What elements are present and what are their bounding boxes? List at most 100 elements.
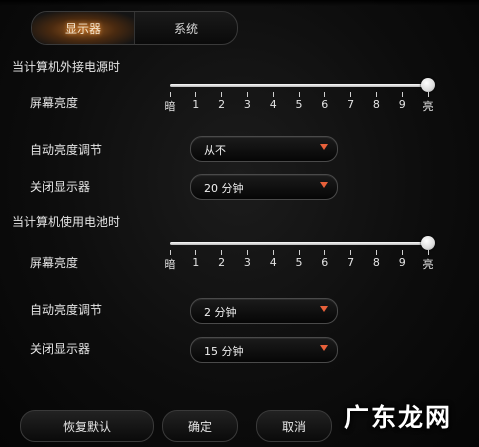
turn-off-display-label-ac: 关闭显示器 xyxy=(30,180,91,194)
slider-tick-text: 4 xyxy=(269,98,277,111)
slider-tick-mark xyxy=(324,92,326,97)
auto-brightness-select-battery[interactable]: 2 分钟 xyxy=(190,298,338,324)
slider-tick-mark xyxy=(401,250,403,255)
triangle-down-icon xyxy=(320,182,328,188)
slider-tick-text: 8 xyxy=(372,256,380,269)
slider-tick-label: 4 xyxy=(263,250,283,269)
slider-tick-label: 9 xyxy=(392,92,412,111)
slider-tick-mark xyxy=(375,250,377,255)
slider-tick-label: 5 xyxy=(289,92,309,111)
slider-tick-mark xyxy=(221,92,223,97)
slider-tick-mark xyxy=(246,92,248,97)
slider-tick-label: 7 xyxy=(341,250,361,269)
slider-tick-text: 7 xyxy=(347,256,355,269)
auto-brightness-label-ac: 自动亮度调节 xyxy=(30,143,103,157)
slider-tick-text: 3 xyxy=(243,98,251,111)
slider-tick-mark xyxy=(246,250,248,255)
slider-tick-mark xyxy=(375,92,377,97)
slider-tick-mark xyxy=(324,250,326,255)
slider-tick-text: 6 xyxy=(321,98,329,111)
brightness-label-ac: 屏幕亮度 xyxy=(30,96,79,110)
slider-tick-text: 2 xyxy=(218,256,226,269)
slider-tick-text: 5 xyxy=(295,256,303,269)
slider-tick-text: 9 xyxy=(398,256,406,269)
slider-tick-text: 1 xyxy=(192,98,200,111)
slider-tick-mark xyxy=(272,92,274,97)
slider-tick-mark xyxy=(298,250,300,255)
slider-tick-label: 3 xyxy=(237,250,257,269)
slider-tick-label: 4 xyxy=(263,92,283,111)
slider-tick-text: 9 xyxy=(398,98,406,111)
slider-tick-text: 暗 xyxy=(164,100,176,113)
slider-tick-mark xyxy=(401,92,403,97)
brightness-slider-ac[interactable]: 暗 1 2 3 4 5 6 7 8 9 亮 xyxy=(165,77,435,117)
slider-tick-label: 9 xyxy=(392,250,412,269)
section-title-battery: 当计算机使用电池时 xyxy=(12,215,121,229)
brightness-label-battery: 屏幕亮度 xyxy=(30,256,79,270)
turn-off-display-select-battery[interactable]: 15 分钟 xyxy=(190,337,338,363)
slider-tick-text: 7 xyxy=(347,98,355,111)
tab-bar: 显示器 系统 xyxy=(31,11,238,45)
slider-tick-label: 8 xyxy=(366,250,386,269)
slider-track xyxy=(170,84,428,87)
slider-tick-text: 5 xyxy=(295,98,303,111)
slider-tick-label: 暗 xyxy=(160,250,180,272)
restore-defaults-button[interactable]: 恢复默认 xyxy=(20,410,154,442)
select-value: 从不 xyxy=(204,144,226,157)
slider-tick-text: 2 xyxy=(218,98,226,111)
slider-tick-label: 2 xyxy=(212,250,232,269)
slider-tick-label: 亮 xyxy=(418,92,438,114)
triangle-down-icon xyxy=(320,345,328,351)
slider-tick-mark xyxy=(427,92,429,97)
slider-track xyxy=(170,242,428,245)
auto-brightness-select-ac[interactable]: 从不 xyxy=(190,136,338,162)
slider-tick-text: 亮 xyxy=(422,258,434,271)
slider-tick-label: 2 xyxy=(212,92,232,111)
turn-off-display-select-ac[interactable]: 20 分钟 xyxy=(190,174,338,200)
slider-tick-label: 3 xyxy=(237,92,257,111)
tab-display[interactable]: 显示器 xyxy=(32,12,135,44)
slider-tick-mark xyxy=(350,250,352,255)
slider-tick-text: 1 xyxy=(192,256,200,269)
slider-tick-label: 暗 xyxy=(160,92,180,114)
slider-tick-mark xyxy=(350,92,352,97)
slider-tick-label: 1 xyxy=(186,250,206,269)
select-value: 15 分钟 xyxy=(204,345,244,358)
triangle-down-icon xyxy=(320,306,328,312)
slider-tick-text: 亮 xyxy=(422,100,434,113)
top-shadow xyxy=(0,0,479,6)
slider-tick-label: 亮 xyxy=(418,250,438,272)
slider-tick-mark xyxy=(427,250,429,255)
slider-tick-mark xyxy=(169,250,171,255)
slider-thumb[interactable] xyxy=(421,236,435,250)
cancel-button[interactable]: 取消 xyxy=(256,410,332,442)
slider-thumb[interactable] xyxy=(421,78,435,92)
brightness-slider-battery[interactable]: 暗 1 2 3 4 5 6 7 8 9 亮 xyxy=(165,235,435,275)
slider-tick-text: 3 xyxy=(243,256,251,269)
slider-tick-label: 1 xyxy=(186,92,206,111)
slider-tick-label: 5 xyxy=(289,250,309,269)
slider-tick-mark xyxy=(298,92,300,97)
slider-tick-label: 6 xyxy=(315,92,335,111)
slider-tick-mark xyxy=(221,250,223,255)
slider-tick-mark xyxy=(272,250,274,255)
slider-tick-text: 4 xyxy=(269,256,277,269)
triangle-down-icon xyxy=(320,144,328,150)
slider-tick-text: 6 xyxy=(321,256,329,269)
slider-tick-mark xyxy=(195,250,197,255)
slider-tick-label: 6 xyxy=(315,250,335,269)
slider-tick-text: 8 xyxy=(372,98,380,111)
ok-button[interactable]: 确定 xyxy=(162,410,238,442)
slider-tick-text: 暗 xyxy=(164,258,176,271)
section-title-ac: 当计算机外接电源时 xyxy=(12,60,121,74)
select-value: 2 分钟 xyxy=(204,306,237,319)
slider-tick-label: 8 xyxy=(366,92,386,111)
slider-tick-mark xyxy=(169,92,171,97)
turn-off-display-label-battery: 关闭显示器 xyxy=(30,342,91,356)
select-value: 20 分钟 xyxy=(204,182,244,195)
watermark-logo: 广东龙网 xyxy=(344,403,453,432)
auto-brightness-label-battery: 自动亮度调节 xyxy=(30,303,103,317)
slider-tick-mark xyxy=(195,92,197,97)
slider-tick-label: 7 xyxy=(341,92,361,111)
tab-system[interactable]: 系统 xyxy=(135,12,237,44)
